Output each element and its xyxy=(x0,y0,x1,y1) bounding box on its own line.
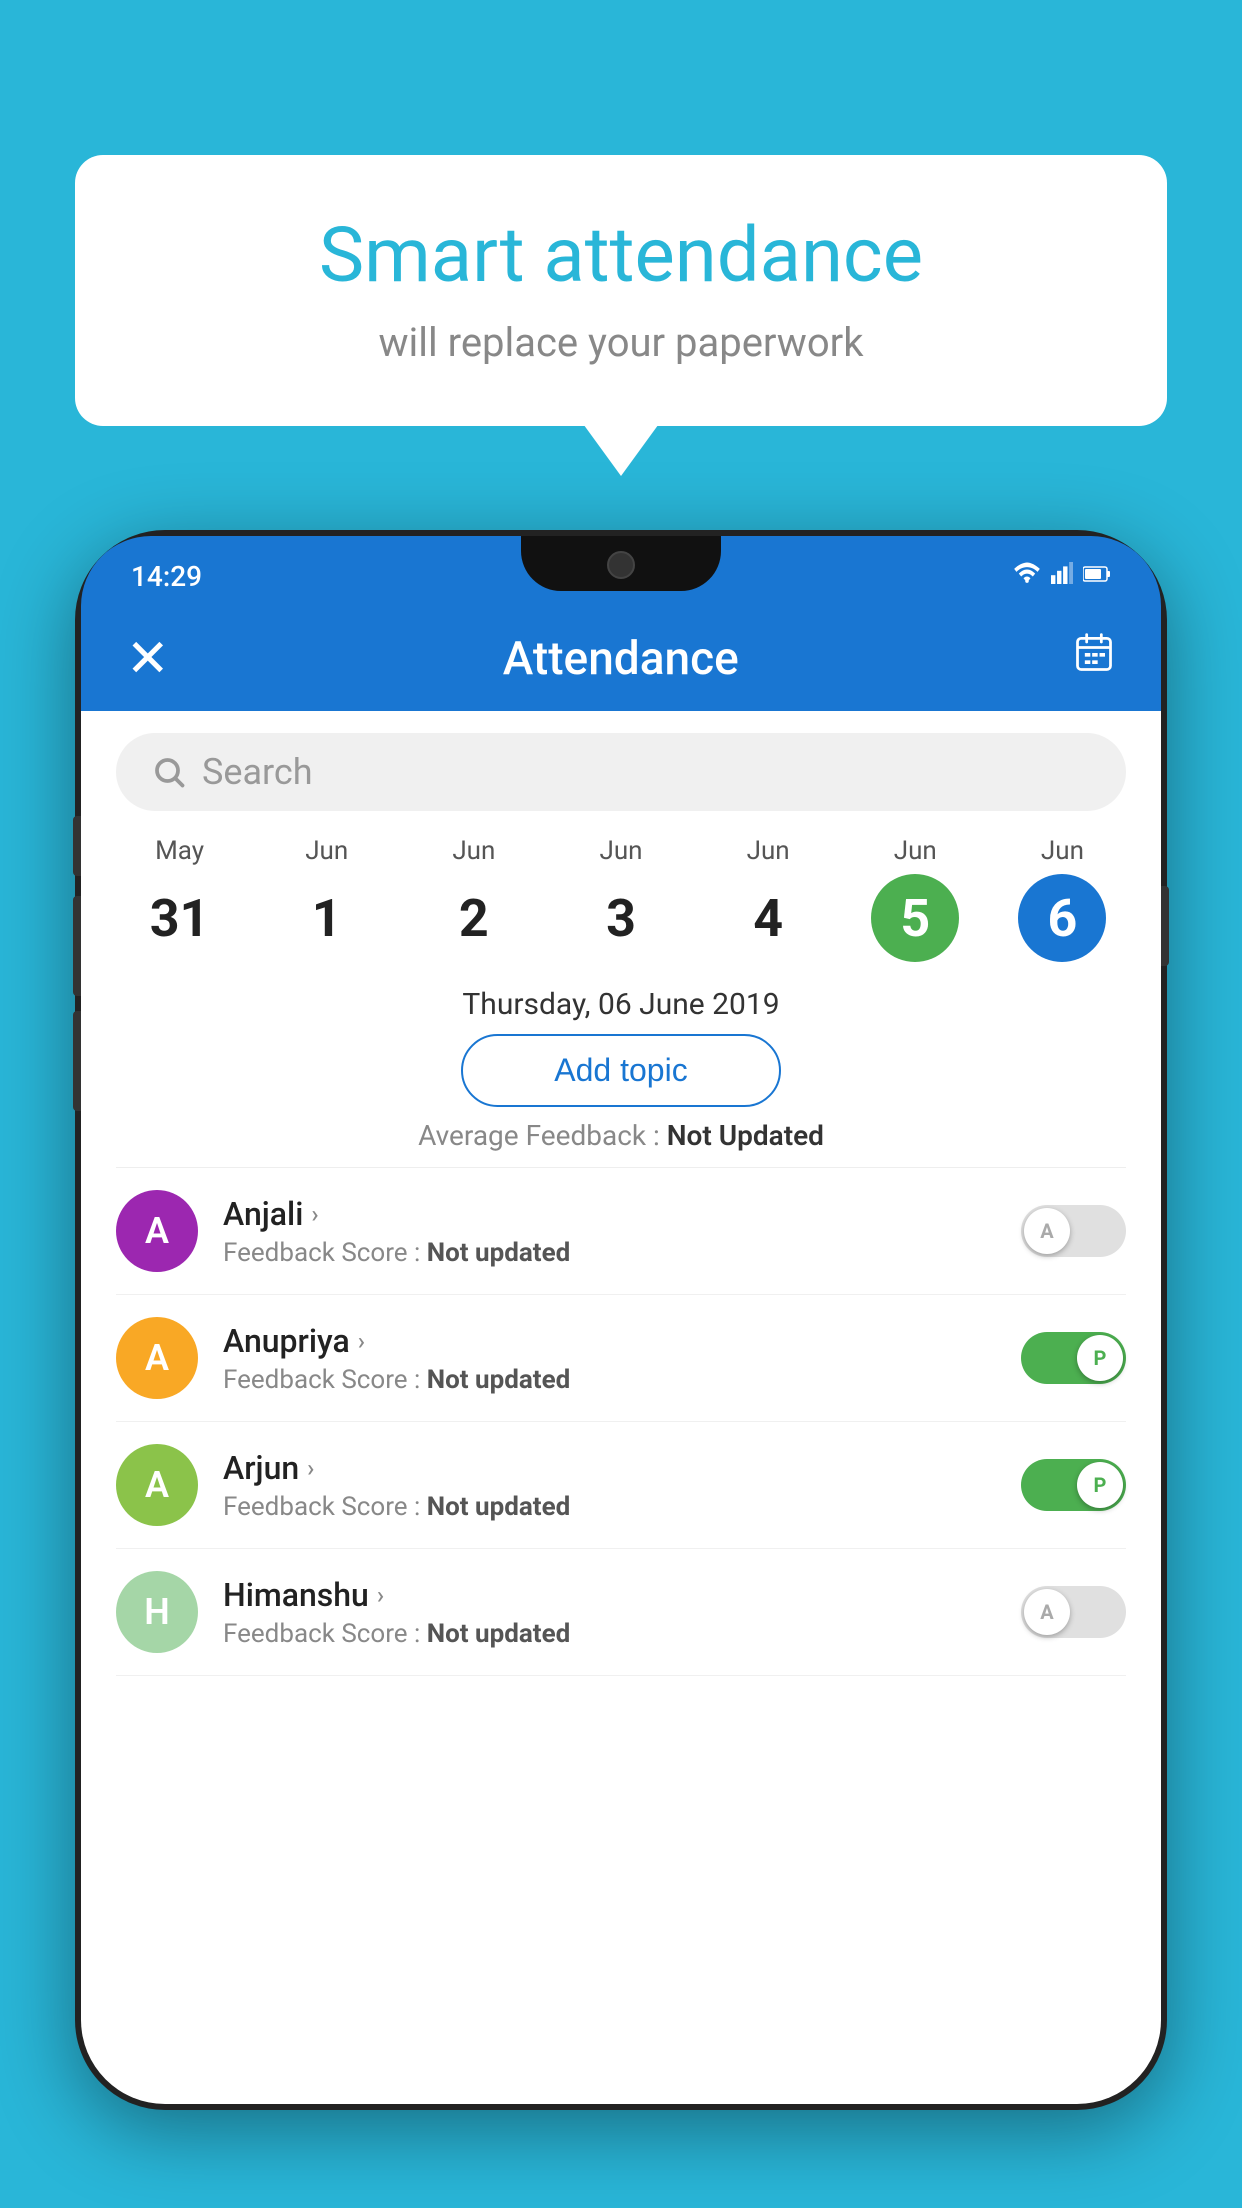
signal-icon xyxy=(1051,562,1073,590)
calendar-day[interactable]: Jun 1 xyxy=(253,836,400,962)
selected-date-display: Thursday, 06 June 2019 xyxy=(81,987,1161,1022)
phone: 14:29 xyxy=(75,530,1167,2110)
chevron-right-icon: › xyxy=(358,1327,365,1355)
avg-feedback-value: Not Updated xyxy=(667,1119,824,1152)
list-item[interactable]: A Anupriya › Feedback Score : Not updated P xyxy=(116,1295,1126,1422)
chevron-right-icon: › xyxy=(377,1581,384,1609)
search-icon xyxy=(151,754,187,790)
student-info: Anupriya › Feedback Score : Not updated xyxy=(223,1322,996,1395)
avatar: A xyxy=(116,1317,198,1399)
attendance-toggle[interactable]: A xyxy=(1021,1205,1126,1257)
chevron-right-icon: › xyxy=(307,1454,314,1482)
feedback-score: Feedback Score : Not updated xyxy=(223,1238,996,1268)
toggle-thumb: P xyxy=(1077,1462,1123,1508)
cal-date-number[interactable]: 4 xyxy=(724,874,812,962)
student-list: AAnjali ›Feedback Score : Not updatedAAA… xyxy=(81,1168,1161,1676)
attendance-toggle[interactable]: P xyxy=(1021,1459,1126,1511)
list-item[interactable]: H Himanshu › Feedback Score : Not updated A xyxy=(116,1549,1126,1676)
status-time: 14:29 xyxy=(131,560,202,593)
cal-date-number[interactable]: 3 xyxy=(577,874,665,962)
calendar-day[interactable]: Jun 6 xyxy=(989,836,1136,962)
cal-date-number[interactable]: 6 xyxy=(1018,874,1106,962)
student-info: Himanshu › Feedback Score : Not updated xyxy=(223,1576,996,1649)
bubble-title: Smart attendance xyxy=(135,210,1107,301)
student-name: Himanshu › xyxy=(223,1576,996,1614)
phone-wrapper: 14:29 xyxy=(75,530,1167,2208)
calendar-day[interactable]: Jun 2 xyxy=(400,836,547,962)
cal-date-number[interactable]: 31 xyxy=(136,874,224,962)
close-button[interactable]: ✕ xyxy=(126,628,170,689)
cal-date-number[interactable]: 5 xyxy=(871,874,959,962)
student-info: Arjun › Feedback Score : Not updated xyxy=(223,1449,996,1522)
cal-month-label: Jun xyxy=(452,836,495,866)
cal-month-label: Jun xyxy=(1041,836,1084,866)
calendar-day[interactable]: Jun 4 xyxy=(695,836,842,962)
avatar: H xyxy=(116,1571,198,1653)
cal-month-label: Jun xyxy=(894,836,937,866)
speech-bubble: Smart attendance will replace your paper… xyxy=(75,155,1167,426)
avg-feedback: Average Feedback : Not Updated xyxy=(81,1119,1161,1152)
avg-feedback-label: Average Feedback : xyxy=(418,1119,660,1152)
student-name: Anupriya › xyxy=(223,1322,996,1360)
feedback-score: Feedback Score : Not updated xyxy=(223,1365,996,1395)
toggle-thumb: P xyxy=(1077,1335,1123,1381)
cal-month-label: May xyxy=(155,836,204,866)
cal-month-label: Jun xyxy=(305,836,348,866)
student-name: Anjali › xyxy=(223,1195,996,1233)
bubble-subtitle: will replace your paperwork xyxy=(135,319,1107,366)
cal-date-number[interactable]: 2 xyxy=(430,874,518,962)
toggle-thumb: A xyxy=(1024,1208,1070,1254)
status-icons xyxy=(1013,562,1111,590)
battery-icon xyxy=(1083,564,1111,589)
front-camera xyxy=(607,551,635,579)
search-input[interactable]: Search xyxy=(202,751,313,793)
feedback-score: Feedback Score : Not updated xyxy=(223,1492,996,1522)
cal-month-label: Jun xyxy=(747,836,790,866)
volume-down-button xyxy=(73,896,81,996)
attendance-toggle[interactable]: A xyxy=(1021,1586,1126,1638)
app-bar-title: Attendance xyxy=(503,632,739,686)
calendar-strip: May 31 Jun 1 Jun 2 Jun 3 Jun 4 Jun 5 Jun 6 xyxy=(81,826,1161,972)
camera-button xyxy=(73,1011,81,1111)
cal-date-number[interactable]: 1 xyxy=(283,874,371,962)
calendar-icon[interactable] xyxy=(1072,631,1116,686)
search-bar[interactable]: Search xyxy=(116,733,1126,811)
student-info: Anjali › Feedback Score : Not updated xyxy=(223,1195,996,1268)
app-bar: ✕ Attendance xyxy=(81,606,1161,711)
calendar-day[interactable]: Jun 5 xyxy=(842,836,989,962)
volume-up-button xyxy=(73,816,81,876)
avatar: A xyxy=(116,1190,198,1272)
wifi-icon xyxy=(1013,562,1041,590)
calendar-day[interactable]: May 31 xyxy=(106,836,253,962)
add-topic-button[interactable]: Add topic xyxy=(461,1034,781,1107)
calendar-day[interactable]: Jun 3 xyxy=(547,836,694,962)
screen-content: Search May 31 Jun 1 Jun 2 Jun 3 Jun 4 Jun 5 Jun 6 Thu… xyxy=(81,711,1161,2104)
list-item[interactable]: A Arjun › Feedback Score : Not updated P xyxy=(116,1422,1126,1549)
attendance-toggle[interactable]: P xyxy=(1021,1332,1126,1384)
feedback-score: Feedback Score : Not updated xyxy=(223,1619,996,1649)
chevron-right-icon: › xyxy=(311,1200,318,1228)
student-name: Arjun › xyxy=(223,1449,996,1487)
toggle-thumb: A xyxy=(1024,1589,1070,1635)
phone-notch xyxy=(521,536,721,591)
avatar: A xyxy=(116,1444,198,1526)
list-item[interactable]: A Anjali › Feedback Score : Not updated A xyxy=(116,1168,1126,1295)
power-button xyxy=(1161,886,1169,966)
cal-month-label: Jun xyxy=(599,836,642,866)
speech-bubble-container: Smart attendance will replace your paper… xyxy=(75,155,1167,426)
